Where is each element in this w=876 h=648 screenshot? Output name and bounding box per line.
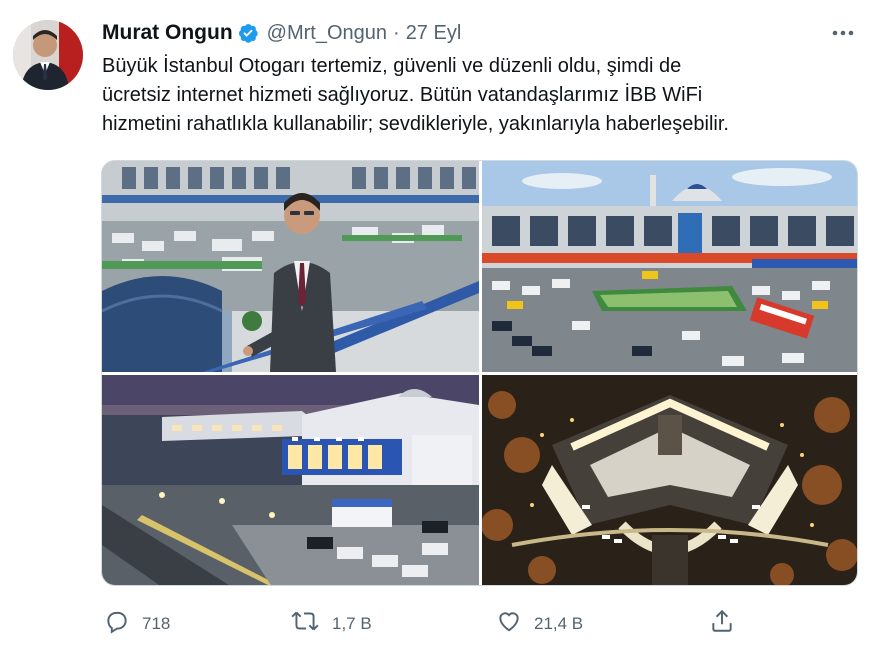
- photo-terminal-daytime[interactable]: [482, 161, 857, 372]
- tweet-actions: 718 1,7 B 21,4 B: [0, 604, 876, 640]
- tweet-card[interactable]: Murat Ongun @Mrt_Ongun · 27 Eyl Büyük İs…: [0, 0, 876, 648]
- reply-button[interactable]: 718: [104, 608, 170, 639]
- retweet-count: 1,7 B: [332, 613, 372, 633]
- share-button[interactable]: [709, 608, 735, 639]
- author-name[interactable]: Murat Ongun: [102, 21, 233, 45]
- photo-mayor-at-terminal[interactable]: [102, 161, 479, 372]
- tweet-text: Büyük İstanbul Otogarı tertemiz, güvenli…: [102, 52, 862, 139]
- tweet-timestamp[interactable]: 27 Eyl: [406, 22, 462, 45]
- more-options-button[interactable]: [828, 20, 858, 46]
- reply-icon: [104, 608, 130, 639]
- heart-icon: [496, 608, 522, 639]
- retweet-icon: [290, 608, 320, 639]
- reply-count: 718: [142, 613, 171, 633]
- header-separator: ·: [393, 21, 400, 44]
- media-grid: [101, 160, 858, 586]
- more-options-icon: [831, 24, 855, 42]
- tweet-text-line: ücretsiz internet hizmeti sağlıyoruz. Bü…: [102, 84, 703, 106]
- tweet-text-line: hizmetini rahatlıkla kullanabilir; sevdi…: [102, 113, 729, 135]
- tweet-text-line: Büyük İstanbul Otogarı tertemiz, güvenli…: [102, 55, 682, 77]
- photo-terminal-dusk[interactable]: [102, 375, 479, 585]
- like-count: 21,4 B: [534, 613, 584, 633]
- tweet-header: Murat Ongun @Mrt_Ongun · 27 Eyl: [102, 18, 461, 48]
- author-handle[interactable]: @Mrt_Ongun: [267, 22, 387, 45]
- verified-badge-icon: [237, 22, 259, 44]
- like-button[interactable]: 21,4 B: [496, 608, 583, 639]
- share-icon: [709, 608, 735, 639]
- photo-terminal-aerial-night[interactable]: [482, 375, 857, 585]
- author-avatar[interactable]: [13, 20, 83, 90]
- retweet-button[interactable]: 1,7 B: [290, 608, 372, 639]
